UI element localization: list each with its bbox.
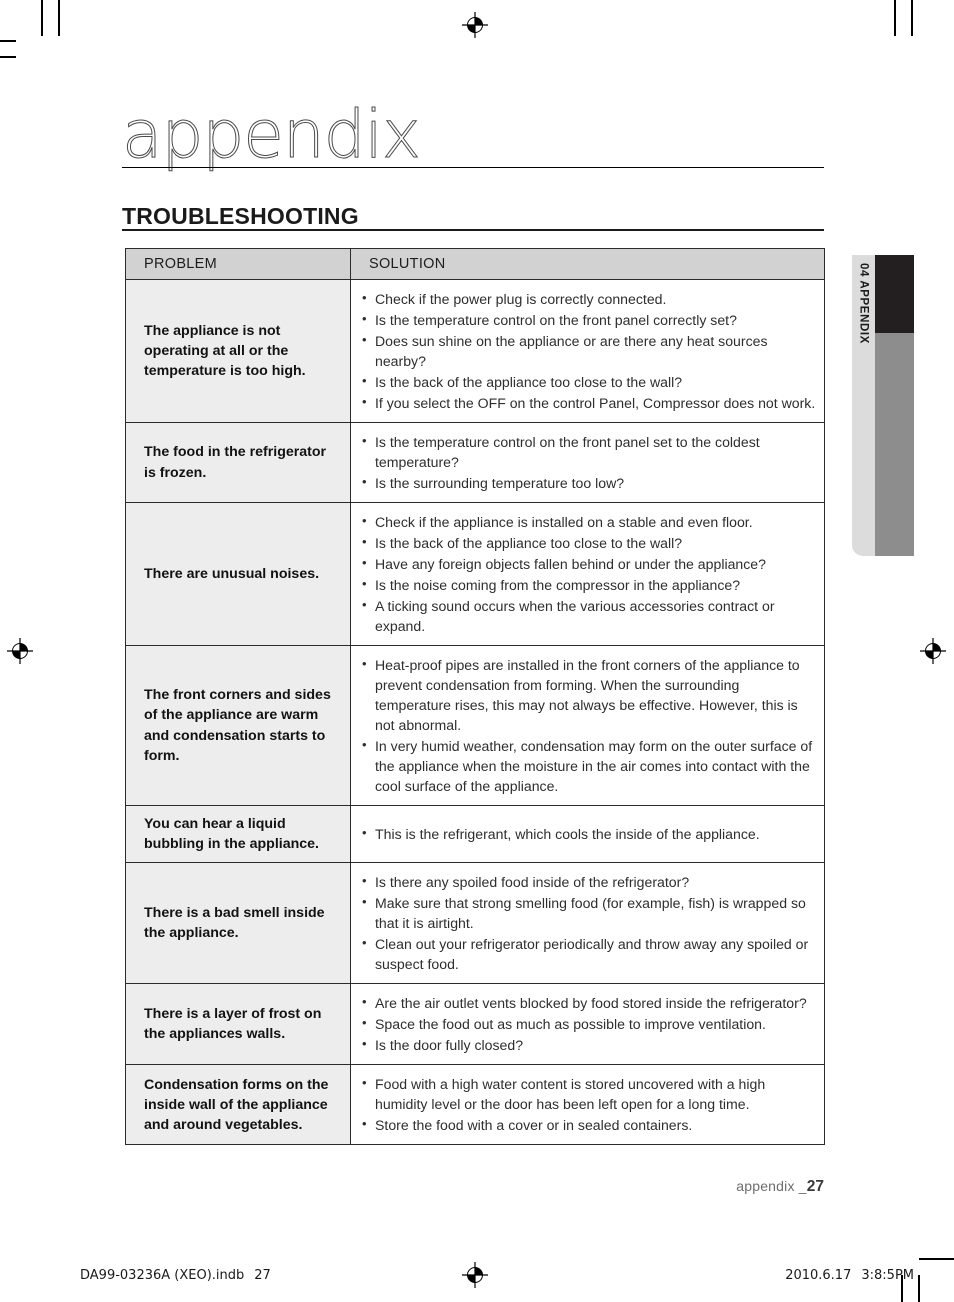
solution-item: Check if the appliance is installed on a… — [361, 512, 816, 532]
registration-mark-bottom — [462, 1262, 488, 1288]
slug-time: 3:8:5 — [861, 1268, 895, 1283]
problem-cell: There are unusual noises. — [125, 502, 351, 646]
slug-right: 2010.6.17 3:8:5PM — [785, 1268, 914, 1283]
page-title-text: appendix — [122, 96, 422, 173]
solution-item: Have any foreign objects fallen behind o… — [361, 554, 816, 574]
problem-cell: The food in the refrigerator is frozen. — [125, 422, 351, 503]
solution-item: Is the temperature control on the front … — [361, 310, 816, 330]
solution-list: This is the refrigerant, which cools the… — [361, 824, 816, 844]
crop-mark-top-left-v2 — [58, 0, 60, 36]
crop-mark-left-h2 — [0, 56, 16, 58]
table-row: Condensation forms on the inside wall of… — [125, 1064, 825, 1146]
solution-item: Is the noise coming from the compressor … — [361, 575, 816, 595]
solution-item: Is the surrounding temperature too low? — [361, 473, 816, 493]
solution-item: This is the refrigerant, which cools the… — [361, 824, 816, 844]
solution-item: Is the door fully closed? — [361, 1035, 816, 1055]
table-row: There is a bad smell inside the applianc… — [125, 862, 825, 985]
thumb-tab-gray-block — [875, 333, 914, 556]
table-body: The appliance is not operating at all or… — [125, 279, 825, 1146]
slug-file-name: DA99-03236A (XEO).indb — [80, 1268, 245, 1283]
solution-item: Is the temperature control on the front … — [361, 432, 816, 472]
solution-item: Food with a high water content is stored… — [361, 1074, 816, 1114]
solution-cell: Are the air outlet vents blocked by food… — [350, 983, 825, 1066]
solution-item: Store the food with a cover or in sealed… — [361, 1115, 816, 1135]
solution-list: Check if the appliance is installed on a… — [361, 512, 816, 636]
solution-item: Make sure that strong smelling food (for… — [361, 893, 816, 933]
solution-item: Is the back of the appliance too close t… — [361, 533, 816, 553]
table-header-row: PROBLEM SOLUTION — [125, 248, 825, 280]
solution-cell: Is there any spoiled food inside of the … — [350, 862, 825, 985]
thumb-tab-label: 04 APPENDIX — [857, 263, 870, 344]
chapter-thumb-tab: 04 APPENDIX — [852, 255, 914, 556]
solution-list: Heat-proof pipes are installed in the fr… — [361, 655, 816, 796]
solution-item: Is the back of the appliance too close t… — [361, 372, 816, 392]
problem-cell: There is a layer of frost on the applian… — [125, 983, 351, 1066]
table-row: The food in the refrigerator is frozen.I… — [125, 422, 825, 503]
page-folio: appendix _27 — [736, 1178, 824, 1196]
folio-number: 27 — [806, 1178, 824, 1195]
problem-cell: Condensation forms on the inside wall of… — [125, 1064, 351, 1146]
solution-item: Is there any spoiled food inside of the … — [361, 872, 816, 892]
table-row: There is a layer of frost on the applian… — [125, 983, 825, 1066]
solution-item: In very humid weather, condensation may … — [361, 736, 816, 796]
thumb-tab-label-wrap: 04 APPENDIX — [852, 255, 875, 556]
solution-cell: Food with a high water content is stored… — [350, 1064, 825, 1146]
page-title-rule — [122, 167, 824, 168]
solution-list: Is the temperature control on the front … — [361, 432, 816, 493]
solution-item: Check if the power plug is correctly con… — [361, 289, 816, 309]
table-row: There are unusual noises. Check if the ap… — [125, 502, 825, 646]
section-heading: TROUBLESHOOTING — [122, 203, 824, 231]
section-heading-rule — [122, 229, 824, 231]
crop-mark-bottom-right-v2 — [918, 1275, 920, 1302]
slug-left: DA99-03236A (XEO).indb 27 — [80, 1268, 271, 1283]
thumb-tab-dark-block — [875, 255, 914, 333]
crop-mark-top-left-v1 — [41, 0, 43, 36]
solution-cell: Check if the appliance is installed on a… — [350, 502, 825, 646]
crop-mark-bottom-right-h1 — [919, 1258, 954, 1260]
registration-mark-left — [7, 638, 33, 664]
solution-item: A ticking sound occurs when the various … — [361, 596, 816, 636]
solution-item: Clean out your refrigerator periodically… — [361, 934, 816, 974]
problem-cell: The front corners and sides of the appli… — [125, 645, 351, 806]
solution-item: Heat-proof pipes are installed in the fr… — [361, 655, 816, 735]
solution-cell: Check if the power plug is correctly con… — [350, 279, 825, 423]
registration-mark-right — [920, 638, 946, 664]
column-header-problem: PROBLEM — [125, 248, 351, 280]
problem-cell: There is a bad smell inside the applianc… — [125, 862, 351, 985]
solution-item: Space the food out as much as possible t… — [361, 1014, 816, 1034]
problem-cell: The appliance is not operating at all or… — [125, 279, 351, 423]
crop-mark-top-right-v2 — [911, 0, 913, 36]
solution-list: Is there any spoiled food inside of the … — [361, 872, 816, 974]
folio-label: appendix _ — [736, 1178, 807, 1194]
page-title: appendix — [122, 101, 824, 176]
solution-item: Are the air outlet vents blocked by food… — [361, 993, 816, 1013]
crop-mark-left-h1 — [0, 40, 16, 42]
solution-cell: Heat-proof pipes are installed in the fr… — [350, 645, 825, 806]
column-header-solution: SOLUTION — [350, 248, 825, 280]
slug-page-number: 27 — [254, 1268, 271, 1283]
table-row: The front corners and sides of the appli… — [125, 645, 825, 806]
solution-item: Does sun shine on the appliance or are t… — [361, 331, 816, 371]
solution-cell: This is the refrigerant, which cools the… — [350, 804, 825, 864]
solution-list: Are the air outlet vents blocked by food… — [361, 993, 816, 1055]
solution-cell: Is the temperature control on the front … — [350, 422, 825, 503]
slug-date: 2010.6.17 — [785, 1268, 852, 1283]
section-heading-text: TROUBLESHOOTING — [122, 203, 359, 229]
slug-meridiem: PM — [894, 1268, 914, 1283]
solution-list: Check if the power plug is correctly con… — [361, 289, 816, 413]
registration-mark-top — [462, 12, 488, 38]
crop-mark-top-right-v1 — [894, 0, 896, 36]
solution-item: If you select the OFF on the control Pan… — [361, 393, 816, 413]
table-row: The appliance is not operating at all or… — [125, 279, 825, 423]
solution-list: Food with a high water content is stored… — [361, 1074, 816, 1135]
troubleshooting-table: PROBLEM SOLUTION The appliance is not op… — [125, 248, 825, 1146]
table-row: You can hear a liquid bubbling in the ap… — [125, 804, 825, 864]
problem-cell: You can hear a liquid bubbling in the ap… — [125, 804, 351, 864]
